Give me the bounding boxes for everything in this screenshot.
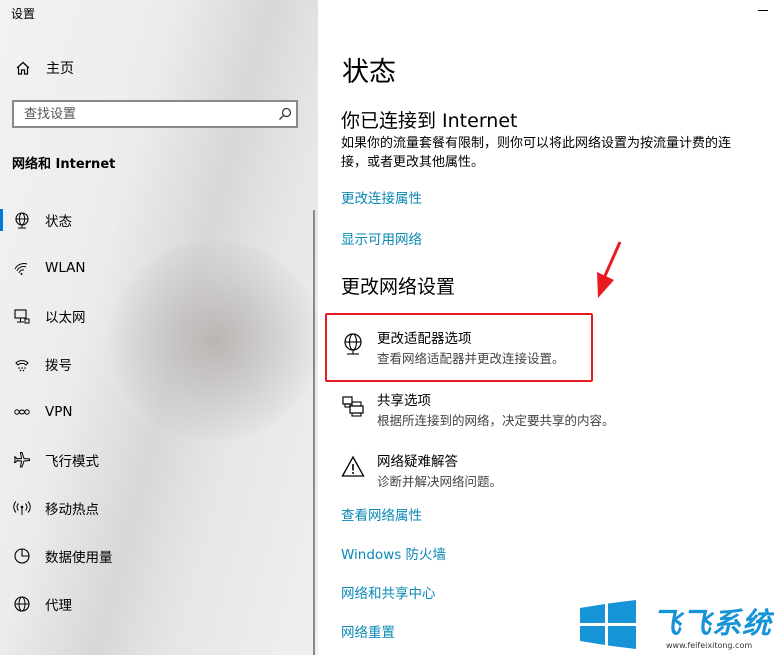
globe-icon xyxy=(12,210,32,230)
change-connection-properties-link[interactable]: 更改连接属性 xyxy=(341,187,422,207)
sidebar-item-label: 代理 xyxy=(45,598,72,614)
sidebar-item-label: WLAN xyxy=(45,260,86,276)
sidebar-item-wlan[interactable]: WLAN xyxy=(0,244,318,292)
option-description: 诊断并解决网络问题。 xyxy=(377,474,503,489)
change-network-settings-heading: 更改网络设置 xyxy=(341,276,456,298)
sharing-options[interactable]: 共享选项 根据所连接到的网络，决定要共享的内容。 xyxy=(341,392,615,430)
connection-description: 如果你的流量套餐有限制，则你可以将此网络设置为按流量计费的连接，或者更改其他属性… xyxy=(341,136,732,170)
watermark: 飞飞系统 www.feifeixitong.com xyxy=(574,596,774,655)
hotspot-icon xyxy=(12,498,32,518)
watermark-url: www.feifeixitong.com xyxy=(666,641,753,650)
option-title: 网络疑难解答 xyxy=(377,454,458,470)
highlight-box xyxy=(325,313,593,382)
settings-window: 设置 主页 网络和 Internet 状态 xyxy=(0,0,774,655)
section-title: 网络和 Internet xyxy=(12,157,116,172)
sidebar-item-label: 拨号 xyxy=(45,358,72,374)
network-troubleshooter[interactable]: 网络疑难解答 诊断并解决网络问题。 xyxy=(341,453,502,491)
windows-logo-icon xyxy=(580,600,636,649)
windows-firewall-link[interactable]: Windows 防火墙 xyxy=(341,543,446,563)
sidebar-item-ethernet[interactable]: 以太网 xyxy=(0,292,318,340)
option-description: 根据所连接到的网络，决定要共享的内容。 xyxy=(377,413,615,428)
search-input[interactable] xyxy=(14,105,274,123)
vpn-icon xyxy=(12,402,32,422)
data-usage-icon xyxy=(12,546,32,566)
show-available-networks-link[interactable]: 显示可用网络 xyxy=(341,228,422,248)
home-icon xyxy=(14,59,32,77)
minimize-icon xyxy=(758,10,768,11)
network-sharing-center-link[interactable]: 网络和共享中心 xyxy=(341,582,436,602)
sidebar-item-label: 移动热点 xyxy=(45,502,99,518)
minimize-button[interactable] xyxy=(752,0,774,16)
sidebar-item-label: 飞行模式 xyxy=(45,454,99,470)
sidebar-scrollbar[interactable] xyxy=(313,210,315,655)
sidebar-item-label: 以太网 xyxy=(45,310,86,326)
sidebar-item-vpn[interactable]: VPN xyxy=(0,388,318,436)
option-title: 共享选项 xyxy=(377,393,431,409)
dialup-icon xyxy=(12,354,32,374)
sidebar-item-dialup[interactable]: 拨号 xyxy=(0,340,318,388)
sidebar-item-proxy[interactable]: 代理 xyxy=(0,580,318,628)
warning-icon xyxy=(341,455,365,479)
sharing-printer-icon xyxy=(341,394,365,418)
wifi-icon xyxy=(12,258,32,278)
sidebar-nav: 状态 WLAN 以太网 拨号 VPN 飞行模式 移动热点 数据使用量 代理 xyxy=(0,196,318,628)
search-box[interactable] xyxy=(12,100,298,128)
sidebar-item-label: 数据使用量 xyxy=(45,550,113,566)
red-arrow-annotation xyxy=(597,241,622,298)
connection-heading: 你已连接到 Internet xyxy=(341,110,518,132)
window-title: 设置 xyxy=(11,7,36,21)
sidebar-item-data-usage[interactable]: 数据使用量 xyxy=(0,532,318,580)
page-title: 状态 xyxy=(342,57,396,88)
ethernet-icon xyxy=(12,306,32,326)
sidebar-item-hotspot[interactable]: 移动热点 xyxy=(0,484,318,532)
sidebar-item-status[interactable]: 状态 xyxy=(0,196,318,244)
view-network-properties-link[interactable]: 查看网络属性 xyxy=(341,504,422,524)
sidebar-item-label: 状态 xyxy=(45,214,72,230)
home-button[interactable]: 主页 xyxy=(14,58,74,78)
watermark-brand: 飞飞系统 xyxy=(652,606,773,640)
sidebar-item-airplane[interactable]: 飞行模式 xyxy=(0,436,318,484)
network-reset-link[interactable]: 网络重置 xyxy=(341,621,395,641)
search-icon[interactable] xyxy=(274,107,296,121)
sidebar: 设置 主页 网络和 Internet 状态 xyxy=(0,0,320,655)
sidebar-item-label: VPN xyxy=(45,404,73,420)
proxy-globe-icon xyxy=(12,594,32,614)
home-label: 主页 xyxy=(46,61,74,77)
airplane-icon xyxy=(12,450,32,470)
